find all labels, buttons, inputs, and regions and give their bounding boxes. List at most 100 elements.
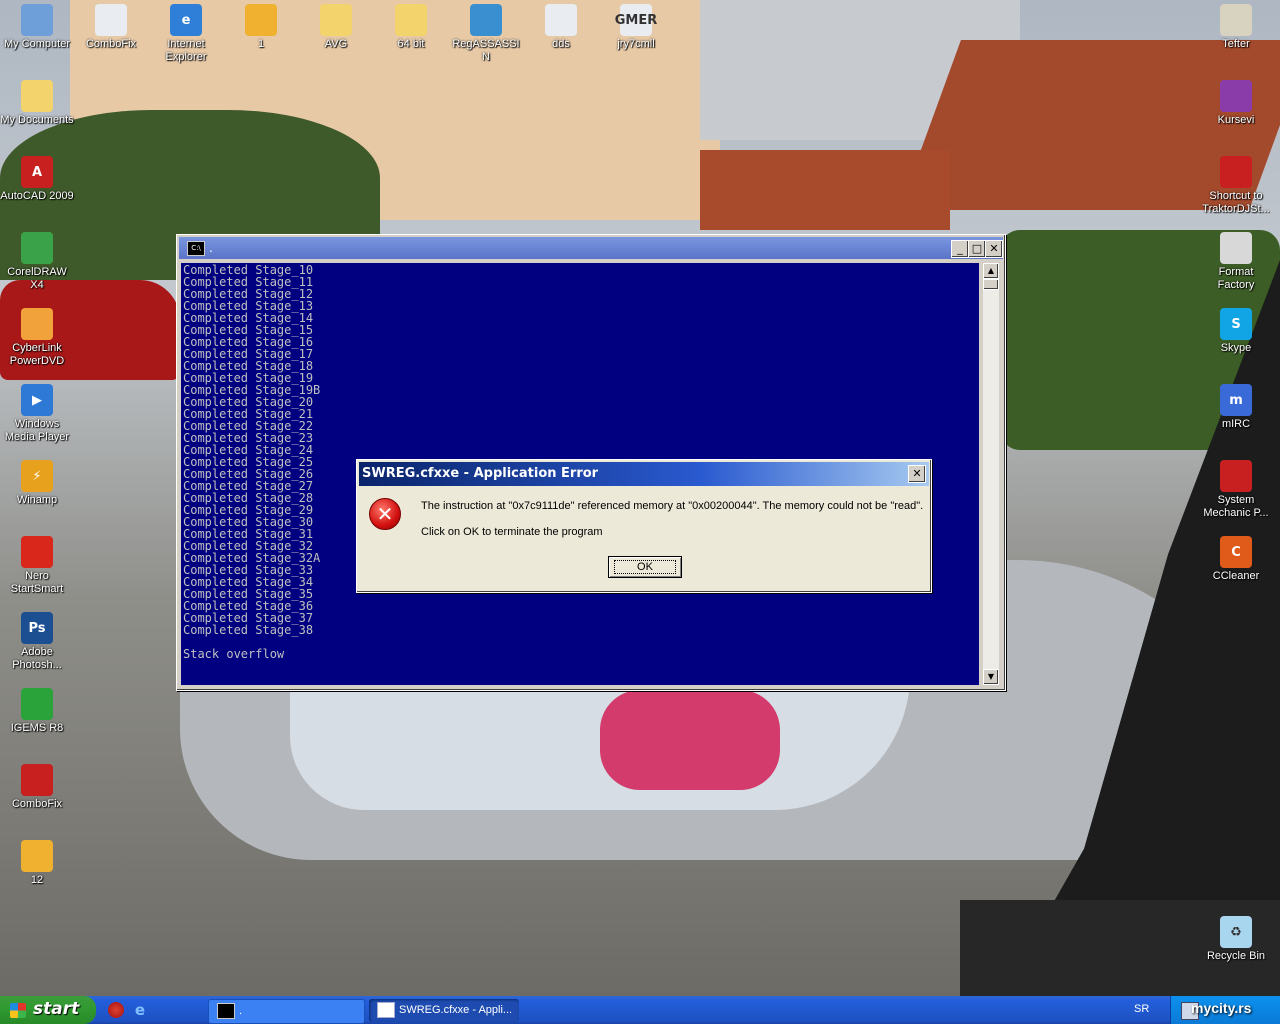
photoshop-icon: Ps [21, 612, 53, 644]
internet-explorer-icon: e [170, 4, 202, 36]
desktop-icon-label: 12 [30, 874, 44, 886]
desktop-icon-label: My Documents [0, 114, 74, 126]
desktop-icon-label: Format Factory [1217, 266, 1255, 291]
desktop-icon-label: RegASSASSIN [452, 38, 520, 63]
desktop-icon-label: AVG [324, 38, 348, 50]
desktop-icon[interactable]: Format Factory [1199, 230, 1273, 292]
watermark-text: mycity.rs [1191, 1000, 1252, 1016]
language-indicator[interactable]: SR [1134, 1003, 1149, 1015]
desktop-icon[interactable]: 64 bit [374, 2, 448, 51]
nero-icon [21, 536, 53, 568]
desktop-icon-label: My Computer [3, 38, 71, 50]
console-icon: C:\ [187, 241, 205, 256]
recycle-bin-icon: ♻ [1220, 916, 1252, 948]
folder-icon [395, 4, 427, 36]
scroll-down-arrow-icon[interactable]: ▼ [983, 669, 999, 685]
desktop-icon-label: ComboFix [85, 38, 137, 50]
scroll-up-arrow-icon[interactable]: ▲ [983, 263, 999, 279]
desktop-icon-label: Kursevi [1217, 114, 1255, 126]
desktop-icon[interactable]: ComboFix [74, 2, 148, 51]
desktop-icon[interactable]: Ps Adobe Photosh... [0, 610, 74, 672]
desktop-icon[interactable]: ⚡ Winamp [0, 458, 74, 507]
combofix-icon [21, 764, 53, 796]
autocad-icon: A [21, 156, 53, 188]
desktop-icon-label: CyberLink PowerDVD [9, 342, 65, 367]
desktop-icon-label: Internet Explorer [165, 38, 207, 63]
ok-button-label: OK [614, 560, 676, 574]
desktop-icon-label: Windows Media Player [4, 418, 70, 443]
desktop-icon-label: Skype [1220, 342, 1252, 354]
dialog-titlebar[interactable]: SWREG.cfxxe - Application Error ✕ [359, 462, 929, 486]
ok-button[interactable]: OK [608, 556, 682, 578]
media-player-icon: ▶ [21, 384, 53, 416]
application-error-dialog[interactable]: SWREG.cfxxe - Application Error ✕ ✕ The … [356, 459, 932, 593]
desktop-icon[interactable]: 12 [0, 838, 74, 887]
desktop-icon-label: IGEMS R8 [10, 722, 64, 734]
start-label: start [33, 999, 80, 1019]
desktop-icon[interactable]: GMER jry7cmll [599, 2, 673, 51]
desktop-icon[interactable]: My Computer [0, 2, 74, 51]
desktop-icon[interactable]: ♻ Recycle Bin [1199, 914, 1273, 963]
taskbar-button-error-dialog[interactable]: SWREG.cfxxe - Appli... [369, 999, 519, 1022]
desktop-icon[interactable]: My Documents [0, 78, 74, 127]
desktop-icon[interactable]: Kursevi [1199, 78, 1273, 127]
dialog-close-button[interactable]: ✕ [908, 465, 926, 483]
desktop-icon[interactable]: ▶ Windows Media Player [0, 382, 74, 444]
my-documents-icon [21, 80, 53, 112]
desktop-icon-label: Shortcut to TraktorDJSt... [1202, 190, 1270, 215]
desktop-icon[interactable]: IGEMS R8 [0, 686, 74, 735]
desktop-icon-label: CorelDRAW X4 [7, 266, 67, 291]
desktop-icon[interactable]: S Skype [1199, 306, 1273, 355]
desktop-icon[interactable]: Nero StartSmart [0, 534, 74, 596]
combofix-exe-icon [95, 4, 127, 36]
desktop-icon-label: 64 bit [397, 38, 425, 50]
system-mechanic-icon [1220, 460, 1252, 492]
desktop-icon[interactable]: RegASSASSIN [449, 2, 523, 64]
desktop-icon[interactable]: m mIRC [1199, 382, 1273, 431]
start-button[interactable]: start [0, 996, 96, 1024]
desktop-icon[interactable]: System Mechanic P... [1199, 458, 1273, 520]
skype-icon: S [1220, 308, 1252, 340]
console-scrollbar[interactable]: ▲ ▼ [983, 263, 999, 685]
desktop-icon[interactable]: ComboFix [0, 762, 74, 811]
system-tray: mycity.rs [1170, 996, 1280, 1024]
winrar-icon [1220, 80, 1252, 112]
desktop-icon[interactable]: CyberLink PowerDVD [0, 306, 74, 368]
folder-icon [320, 4, 352, 36]
desktop-icon[interactable]: Tefter [1199, 2, 1273, 51]
window-icon [377, 1002, 395, 1019]
windows-logo-icon [10, 1003, 26, 1018]
desktop-icon-label: jry7cmll [617, 38, 655, 50]
gmer-icon: GMER [615, 4, 657, 36]
console-titlebar[interactable]: C:\ . _ □ ✕ [179, 237, 1003, 259]
desktop-icon[interactable]: e Internet Explorer [149, 2, 223, 64]
desktop-icon[interactable]: CorelDRAW X4 [0, 230, 74, 292]
traktor-icon [1220, 156, 1252, 188]
quicklaunch-internet-explorer-icon[interactable]: e [132, 1002, 148, 1018]
maximize-button[interactable]: □ [968, 240, 986, 258]
format-factory-icon [1220, 232, 1252, 264]
desktop-icon-label: 1 [257, 38, 265, 50]
desktop-icon[interactable]: 1 [224, 2, 298, 51]
desktop-icon[interactable]: Shortcut to TraktorDJSt... [1199, 154, 1273, 216]
desktop-icon-label: CCleaner [1212, 570, 1260, 582]
desktop-icon[interactable]: dds [524, 2, 598, 51]
taskbar-button-console[interactable]: . [208, 999, 365, 1024]
my-computer-icon [21, 4, 53, 36]
minimize-button[interactable]: _ [951, 240, 969, 258]
powerdvd-icon [21, 308, 53, 340]
close-button[interactable]: ✕ [985, 240, 1003, 258]
taskbar: start e . SWREG.cfxxe - Appli... SR myci… [0, 996, 1280, 1024]
console-line: Stack overflow [183, 647, 285, 661]
desktop-icon[interactable]: AVG [299, 2, 373, 51]
error-instruction: Click on OK to terminate the program [421, 526, 603, 538]
quicklaunch-app-icon[interactable] [108, 1002, 124, 1018]
scroll-thumb[interactable] [983, 279, 999, 290]
tefter-icon [1220, 4, 1252, 36]
jpg-image-icon [21, 840, 53, 872]
desktop-icon[interactable]: A AutoCAD 2009 [0, 154, 74, 203]
desktop-icon-label: Nero StartSmart [10, 570, 64, 595]
desktop-icon[interactable]: C CCleaner [1199, 534, 1273, 583]
winamp-icon: ⚡ [21, 460, 53, 492]
